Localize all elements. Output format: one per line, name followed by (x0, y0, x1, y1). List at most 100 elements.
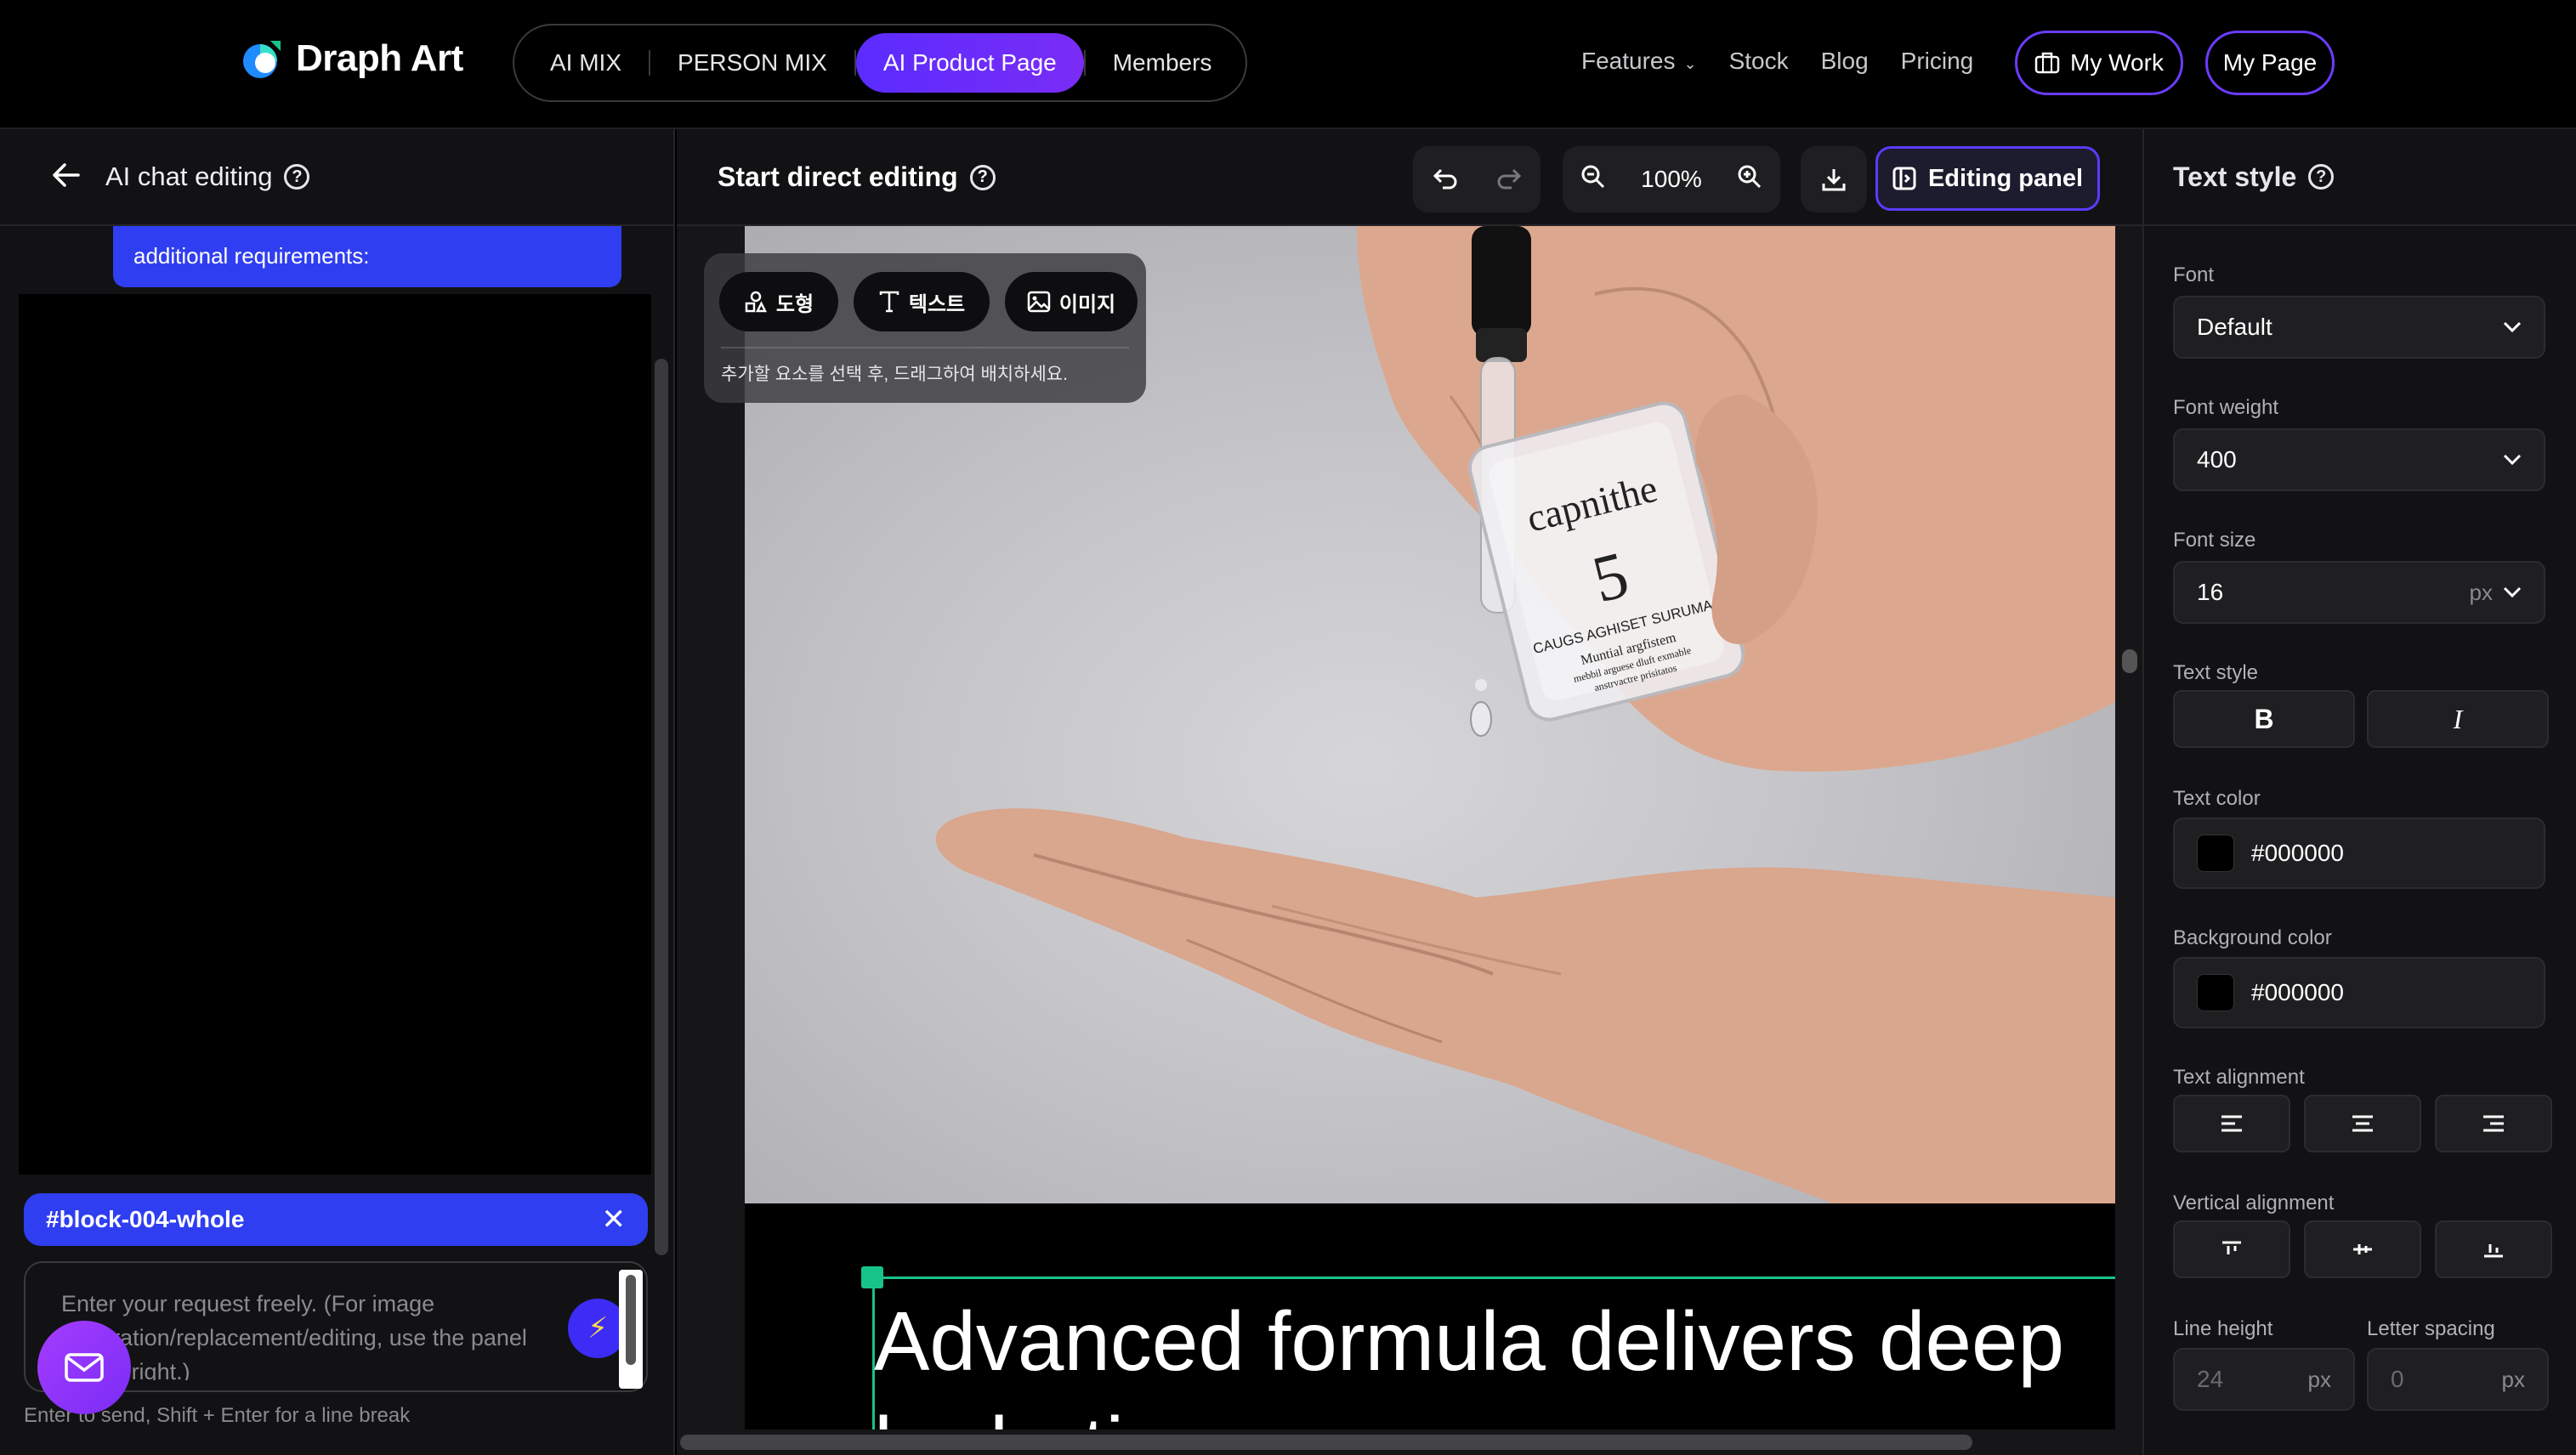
valign-top-icon (2222, 1241, 2241, 1254)
add-element-toolbar: 도형 텍스트 이미지 추가할 요소를 선택 후, 드래그하여 배치하세요. (704, 253, 1146, 403)
contact-fab-button[interactable] (37, 1321, 131, 1414)
font-size-label: Font size (2173, 529, 2256, 552)
user-message-bubble: additional requirements: (113, 226, 621, 287)
zoom-level: 100% (1641, 166, 1702, 192)
editing-panel-button[interactable]: Editing panel (1875, 146, 2100, 211)
text-style-header: Text style ? (2144, 129, 2576, 226)
nav-link-blog[interactable]: Blog (1821, 48, 1869, 75)
close-icon[interactable]: ✕ (602, 1203, 627, 1237)
brand-name: Draph Art (296, 37, 463, 79)
tab-ai-mix[interactable]: AI MIX (523, 33, 649, 93)
my-page-button[interactable]: My Page (2205, 31, 2335, 95)
input-scrollbar[interactable] (619, 1270, 643, 1389)
block-tag-label: #block-004-whole (46, 1206, 245, 1232)
my-work-label: My Work (2070, 49, 2164, 76)
selected-block-tag: #block-004-whole ✕ (24, 1193, 648, 1246)
font-size-input[interactable]: 16 px (2173, 561, 2545, 624)
zoom-in-icon[interactable] (1737, 164, 1762, 195)
font-size-unit: px (2469, 579, 2493, 605)
align-center-icon (2352, 1115, 2373, 1132)
nav-link-stock[interactable]: Stock (1729, 48, 1789, 75)
my-work-button[interactable]: My Work (2015, 31, 2183, 95)
valign-middle-icon (2353, 1244, 2372, 1254)
nav-link-features[interactable]: Features ⌄ (1581, 48, 1697, 75)
shapes-icon (745, 291, 767, 313)
bg-color-swatch[interactable] (2197, 974, 2234, 1011)
editor-toolbar: Start direct editing ? 100% Editing pane… (677, 129, 2142, 226)
download-icon (1822, 169, 1846, 191)
chevron-down-icon (2503, 449, 2522, 471)
align-center-button[interactable] (2304, 1095, 2421, 1152)
nav-link-pricing[interactable]: Pricing (1901, 48, 1974, 75)
vertical-align-label: Vertical alignment (2173, 1192, 2335, 1214)
brand-logo[interactable]: Draph Art (241, 37, 463, 80)
font-weight-select[interactable]: 400 (2173, 428, 2545, 491)
line-height-label: Line height (2173, 1317, 2273, 1340)
italic-button[interactable]: I (2367, 690, 2549, 748)
chevron-down-icon[interactable] (2503, 586, 2522, 598)
vertical-scroll-grip[interactable] (2122, 649, 2137, 673)
undo-icon[interactable] (1433, 161, 1458, 197)
valign-bottom-icon (2484, 1244, 2503, 1258)
chat-scrollbar[interactable] (655, 359, 668, 1255)
tab-person-mix[interactable]: PERSON MIX (650, 33, 854, 93)
add-shape-button[interactable]: 도형 (719, 272, 838, 331)
text-style-panel: Text style ? Font Default Font weight 40… (2142, 129, 2576, 1455)
font-weight-label: Font weight (2173, 396, 2279, 419)
panel-icon (1892, 167, 1916, 190)
mail-icon (65, 1353, 104, 1382)
help-icon[interactable]: ? (969, 164, 996, 190)
bg-color-label: Background color (2173, 926, 2332, 949)
bg-color-field[interactable]: #000000 (2173, 957, 2545, 1028)
horizontal-scrollbar[interactable] (680, 1435, 1972, 1450)
ai-chat-panel: AI chat editing ? additional requirement… (0, 129, 675, 1455)
main-tabs: AI MIX PERSON MIX AI Product Page Member… (513, 24, 1247, 102)
chat-panel-title: AI chat editing ? (105, 161, 310, 192)
line-height-input[interactable]: 24 px (2173, 1348, 2355, 1411)
editing-panel-label: Editing panel (1927, 164, 2084, 192)
align-left-button[interactable] (2173, 1095, 2290, 1152)
valign-middle-button[interactable] (2304, 1220, 2421, 1278)
headline-text-block[interactable]: Advanced formula delivers deep hydration (745, 1203, 2115, 1430)
headline-text[interactable]: Advanced formula delivers deep hydration (874, 1288, 2115, 1430)
editor-title: Start direct editing ? (718, 161, 996, 193)
top-navbar: Draph Art AI MIX PERSON MIX AI Product P… (0, 0, 2576, 129)
lightning-icon: ⚡ (587, 1312, 608, 1345)
help-icon[interactable]: ? (284, 164, 310, 190)
chat-input[interactable] (61, 1287, 537, 1380)
chat-messages-area (19, 294, 651, 1175)
selection-handle[interactable] (861, 1266, 883, 1288)
text-align-label: Text alignment (2173, 1066, 2305, 1089)
letter-spacing-input[interactable]: 0 px (2367, 1348, 2549, 1411)
image-icon (1027, 291, 1051, 313)
zoom-out-icon[interactable] (1580, 164, 1606, 195)
redo-icon[interactable] (1496, 161, 1522, 197)
add-element-hint: 추가할 요소를 선택 후, 드래그하여 배치하세요. (721, 365, 1068, 384)
align-right-icon (2483, 1115, 2504, 1132)
add-text-button[interactable]: 텍스트 (854, 272, 990, 331)
align-right-button[interactable] (2435, 1095, 2552, 1152)
draph-logo-icon (241, 37, 284, 80)
page-canvas[interactable]: capnithe 5 CAUGS AGHISET SURUMA Muntial … (745, 226, 2115, 1430)
download-button[interactable] (1801, 146, 1867, 212)
briefcase-icon (2034, 52, 2060, 74)
back-arrow-icon[interactable] (51, 158, 80, 196)
text-color-field[interactable]: #000000 (2173, 818, 2545, 889)
add-image-button[interactable]: 이미지 (1005, 272, 1138, 331)
font-select[interactable]: Default (2173, 296, 2545, 359)
nav-links: Features ⌄ Stock Blog Pricing (1581, 48, 1973, 75)
bold-button[interactable]: B (2173, 690, 2355, 748)
chevron-down-icon (2503, 316, 2522, 338)
zoom-controls: 100% (1563, 146, 1780, 212)
text-color-label: Text color (2173, 787, 2261, 810)
tab-ai-product-page[interactable]: AI Product Page (855, 33, 1084, 93)
align-left-icon (2221, 1115, 2242, 1132)
valign-top-button[interactable] (2173, 1220, 2290, 1278)
valign-bottom-button[interactable] (2435, 1220, 2552, 1278)
chat-panel-header: AI chat editing ? (0, 129, 673, 226)
text-color-swatch[interactable] (2197, 835, 2234, 872)
text-style-label: Text style (2173, 661, 2259, 684)
selection-top-border (872, 1277, 2115, 1279)
tab-members[interactable]: Members (1086, 33, 1240, 93)
help-icon[interactable]: ? (2308, 164, 2335, 190)
